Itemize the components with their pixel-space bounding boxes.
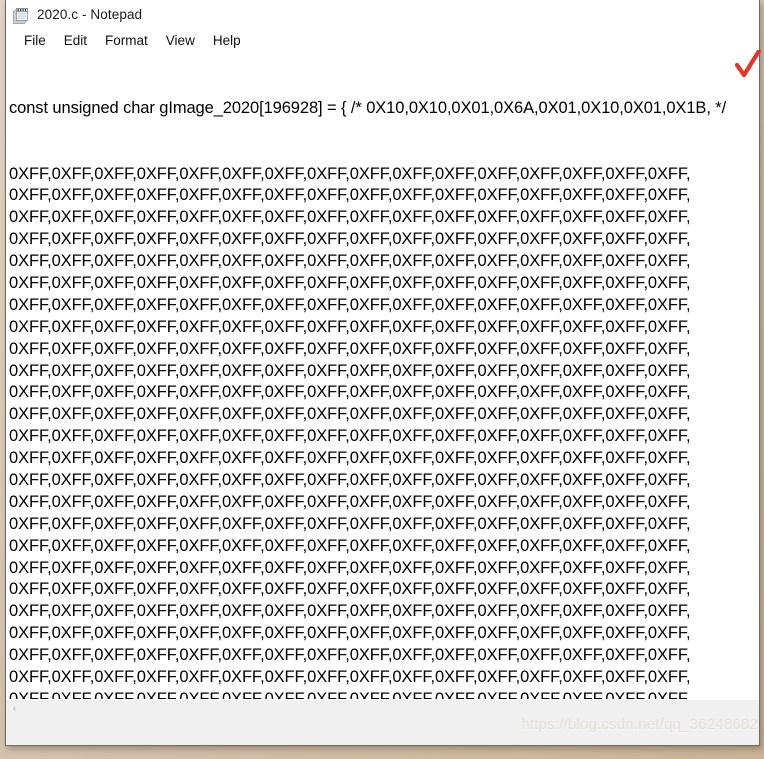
menu-item-view[interactable]: View: [157, 32, 204, 50]
code-line-data: 0XFF,0XFF,0XFF,0XFF,0XFF,0XFF,0XFF,0XFF,…: [9, 383, 691, 402]
code-line-data: 0XFF,0XFF,0XFF,0XFF,0XFF,0XFF,0XFF,0XFF,…: [9, 361, 691, 380]
code-line-data: 0XFF,0XFF,0XFF,0XFF,0XFF,0XFF,0XFF,0XFF,…: [9, 427, 691, 446]
code-line-data: 0XFF,0XFF,0XFF,0XFF,0XFF,0XFF,0XFF,0XFF,…: [9, 514, 691, 533]
menu-item-edit[interactable]: Edit: [55, 32, 96, 50]
code-line-data: 0XFF,0XFF,0XFF,0XFF,0XFF,0XFF,0XFF,0XFF,…: [9, 449, 691, 468]
code-line-data: 0XFF,0XFF,0XFF,0XFF,0XFF,0XFF,0XFF,0XFF,…: [9, 689, 691, 699]
menu-bar: File Edit Format View Help: [6, 29, 759, 53]
code-line-data: 0XFF,0XFF,0XFF,0XFF,0XFF,0XFF,0XFF,0XFF,…: [9, 646, 691, 665]
editor-area[interactable]: const unsigned char gImage_2020[196928] …: [6, 53, 759, 699]
code-line-data: 0XFF,0XFF,0XFF,0XFF,0XFF,0XFF,0XFF,0XFF,…: [9, 624, 691, 643]
code-line-data: 0XFF,0XFF,0XFF,0XFF,0XFF,0XFF,0XFF,0XFF,…: [9, 208, 691, 227]
window-title: 2020.c - Notepad: [37, 7, 143, 22]
code-line-data: 0XFF,0XFF,0XFF,0XFF,0XFF,0XFF,0XFF,0XFF,…: [9, 164, 691, 183]
code-line-data: 0XFF,0XFF,0XFF,0XFF,0XFF,0XFF,0XFF,0XFF,…: [9, 580, 691, 599]
code-line-data: 0XFF,0XFF,0XFF,0XFF,0XFF,0XFF,0XFF,0XFF,…: [9, 668, 691, 686]
code-line-data: 0XFF,0XFF,0XFF,0XFF,0XFF,0XFF,0XFF,0XFF,…: [9, 558, 691, 577]
code-line-data: 0XFF,0XFF,0XFF,0XFF,0XFF,0XFF,0XFF,0XFF,…: [9, 230, 691, 249]
code-line-data: 0XFF,0XFF,0XFF,0XFF,0XFF,0XFF,0XFF,0XFF,…: [9, 339, 691, 358]
scrollbar-track[interactable]: [23, 700, 759, 717]
code-line-declaration: const unsigned char gImage_2020[196928] …: [9, 98, 727, 117]
code-data-lines: 0XFF,0XFF,0XFF,0XFF,0XFF,0XFF,0XFF,0XFF,…: [9, 164, 759, 699]
code-line-data: 0XFF,0XFF,0XFF,0XFF,0XFF,0XFF,0XFF,0XFF,…: [9, 186, 691, 205]
code-line-data: 0XFF,0XFF,0XFF,0XFF,0XFF,0XFF,0XFF,0XFF,…: [9, 405, 691, 424]
scroll-left-arrow-icon[interactable]: ‹: [6, 700, 23, 717]
notepad-window: 2020.c - Notepad File Edit Format View H…: [5, 0, 760, 746]
horizontal-scrollbar[interactable]: ‹: [6, 699, 759, 717]
title-bar[interactable]: 2020.c - Notepad: [6, 0, 759, 29]
code-line-data: 0XFF,0XFF,0XFF,0XFF,0XFF,0XFF,0XFF,0XFF,…: [9, 470, 691, 489]
menu-item-format[interactable]: Format: [96, 32, 157, 50]
code-line-data: 0XFF,0XFF,0XFF,0XFF,0XFF,0XFF,0XFF,0XFF,…: [9, 492, 691, 511]
code-line-data: 0XFF,0XFF,0XFF,0XFF,0XFF,0XFF,0XFF,0XFF,…: [9, 536, 691, 555]
code-line-data: 0XFF,0XFF,0XFF,0XFF,0XFF,0XFF,0XFF,0XFF,…: [9, 602, 691, 621]
window-bottom-strip: [6, 717, 759, 745]
code-line-data: 0XFF,0XFF,0XFF,0XFF,0XFF,0XFF,0XFF,0XFF,…: [9, 273, 691, 292]
menu-item-file[interactable]: File: [15, 32, 55, 50]
code-line-data: 0XFF,0XFF,0XFF,0XFF,0XFF,0XFF,0XFF,0XFF,…: [9, 295, 691, 314]
code-line-data: 0XFF,0XFF,0XFF,0XFF,0XFF,0XFF,0XFF,0XFF,…: [9, 252, 691, 271]
notepad-icon: [12, 7, 30, 25]
text-content[interactable]: const unsigned char gImage_2020[196928] …: [6, 54, 759, 699]
code-line-data: 0XFF,0XFF,0XFF,0XFF,0XFF,0XFF,0XFF,0XFF,…: [9, 317, 691, 336]
menu-item-help[interactable]: Help: [204, 32, 250, 50]
